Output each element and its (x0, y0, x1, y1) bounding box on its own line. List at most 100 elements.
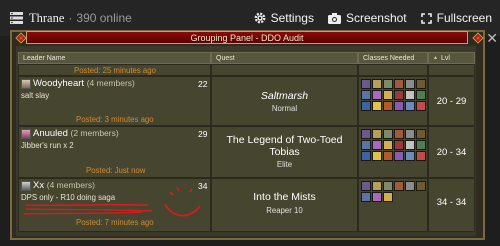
class-icon (361, 181, 371, 191)
class-icon (372, 181, 382, 191)
class-icons (361, 129, 426, 161)
gear-icon (254, 12, 266, 24)
class-icon (383, 192, 393, 202)
leader-name[interactable]: Anuuled (2 members) (33, 128, 119, 139)
class-icon (394, 101, 404, 111)
class-icon (372, 79, 382, 89)
quest-cell (211, 178, 358, 232)
class-icon (383, 79, 393, 89)
screenshot-button[interactable]: Screenshot (327, 11, 407, 25)
class-icon (405, 90, 415, 100)
class-icon (372, 101, 382, 111)
class-icon (394, 181, 404, 191)
class-icon (394, 140, 404, 150)
leader-name[interactable]: Xx (4 members) (33, 180, 95, 191)
expand-icon (420, 12, 432, 24)
class-icon (383, 101, 393, 111)
class-icon (405, 151, 415, 161)
quest-cell (211, 64, 358, 76)
class-icon (394, 79, 404, 89)
leader-level: 22 (198, 79, 208, 89)
class-icon (361, 192, 371, 202)
posted-time: Posted: 25 minutes ago (74, 66, 156, 75)
avatar (21, 79, 31, 89)
class-icon (383, 129, 393, 139)
class-icon (383, 181, 393, 191)
classes-cell (358, 64, 428, 76)
posted-time: Posted: 7 minutes ago (76, 218, 154, 227)
leader-level: 34 (198, 181, 208, 191)
class-icon (383, 140, 393, 150)
separator: · (68, 11, 73, 25)
member-count: (4 members) (46, 180, 95, 190)
class-icon (372, 192, 382, 202)
class-icon (394, 90, 404, 100)
class-icon (416, 101, 426, 111)
posted-time: Posted: 3 minutes ago (76, 115, 154, 124)
group-comment: salt slay (21, 91, 50, 100)
settings-label: Settings (270, 11, 314, 25)
class-icon (361, 101, 371, 111)
class-icon (383, 90, 393, 100)
header-classes[interactable]: Classes Needed (358, 52, 428, 64)
class-icon (405, 101, 415, 111)
fullscreen-label: Fullscreen (436, 11, 492, 25)
class-icon (372, 140, 382, 150)
level-cell (428, 64, 475, 76)
class-icon (405, 181, 415, 191)
class-icons (361, 79, 426, 111)
class-icon (361, 79, 371, 89)
screenshot-label: Screenshot (345, 11, 407, 25)
leader-level: 29 (198, 129, 208, 139)
quest-name[interactable]: The Legend of Two-Toed Tobias (216, 134, 353, 158)
class-icon (361, 140, 371, 150)
class-icon (361, 129, 371, 139)
class-icon (361, 90, 371, 100)
class-icon (372, 90, 382, 100)
class-icon (416, 181, 426, 191)
panel-title: Grouping Panel - DDO Audit (190, 32, 304, 43)
panel-title-bar: Grouping Panel - DDO Audit (26, 31, 468, 44)
avatar (21, 181, 31, 191)
class-icon (394, 129, 404, 139)
class-icon (405, 140, 415, 150)
header-quest[interactable]: Quest (211, 52, 358, 64)
level-range: 34 - 34 (436, 197, 467, 208)
group-comment: DPS only - R10 doing saga (21, 193, 116, 202)
quest-name[interactable]: Saltmarsh (211, 90, 358, 102)
class-icon (405, 129, 415, 139)
member-count: (2 members) (70, 128, 119, 138)
group-comment: Jibber's run x 2 (21, 141, 74, 150)
quest-difficulty: Elite (276, 160, 293, 169)
level-range: 20 - 29 (436, 96, 467, 107)
class-icon (416, 90, 426, 100)
header-leader[interactable]: Leader Name (18, 52, 211, 64)
class-icon (372, 151, 382, 161)
class-icon (405, 79, 415, 89)
close-icon[interactable]: ✕ (486, 30, 498, 47)
member-count: (4 members) (86, 78, 135, 88)
class-icon (361, 151, 371, 161)
level-range: 20 - 34 (436, 147, 467, 158)
server-info: Thrane · 390 online (10, 11, 132, 26)
class-icon (394, 151, 404, 161)
class-icon (372, 129, 382, 139)
fullscreen-button[interactable]: Fullscreen (420, 11, 492, 25)
class-icon (416, 151, 426, 161)
online-count: 390 online (76, 11, 132, 25)
class-icon (416, 140, 426, 150)
quest-difficulty: Normal (271, 104, 298, 113)
avatar (21, 129, 31, 139)
server-list-icon (10, 12, 23, 24)
settings-button[interactable]: Settings (254, 11, 314, 25)
quest-name[interactable]: Into the Mists (211, 191, 358, 203)
class-icon (383, 151, 393, 161)
class-icon (416, 129, 426, 139)
quest-difficulty: Reaper 10 (266, 206, 303, 215)
class-icons (361, 181, 426, 202)
class-icon (416, 79, 426, 89)
header-level[interactable]: Lvl (428, 52, 475, 64)
posted-time: Posted: Just now (86, 166, 146, 175)
server-name: Thrane (29, 10, 65, 25)
leader-name[interactable]: Woodyheart (4 members) (33, 78, 135, 89)
